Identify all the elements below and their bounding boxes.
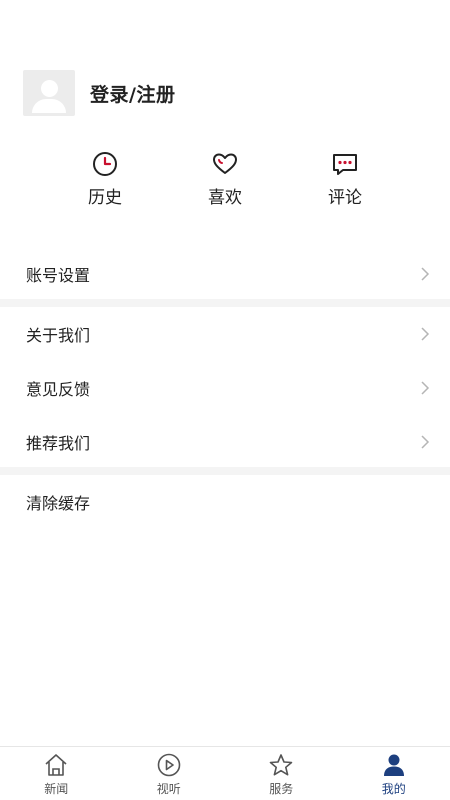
chevron-right-icon — [421, 327, 430, 341]
avatar-head — [41, 80, 58, 97]
clock-icon — [93, 152, 117, 176]
menu-item-label: 推荐我们 — [26, 434, 91, 453]
history-label: 历史 — [88, 188, 122, 208]
favorites-label: 喜欢 — [208, 188, 242, 208]
menu-item-label: 关于我们 — [26, 326, 91, 345]
menu-group-system: 清除缓存 — [0, 475, 450, 529]
divider — [0, 299, 450, 307]
avatar[interactable] — [23, 70, 75, 116]
menu-group-account: 账号设置 — [0, 247, 450, 301]
chevron-right-icon — [421, 267, 430, 281]
tab-label: 视听 — [156, 782, 181, 796]
chevron-right-icon — [421, 435, 430, 449]
menu-item-feedback[interactable]: 意见反馈 — [0, 361, 450, 415]
comments-button[interactable]: 评论 — [300, 150, 390, 208]
divider — [0, 467, 450, 475]
bottom-tab-bar: 新闻 视听 服务 我的 — [0, 746, 450, 800]
home-icon — [45, 754, 67, 776]
login-register-link[interactable]: 登录/注册 — [90, 80, 175, 107]
favorites-button[interactable]: 喜欢 — [180, 150, 270, 208]
tab-label: 服务 — [269, 782, 294, 796]
menu-item-clear-cache[interactable]: 清除缓存 — [0, 475, 450, 529]
chevron-right-icon — [421, 381, 430, 395]
user-icon — [383, 754, 404, 776]
menu-item-label: 账号设置 — [26, 266, 91, 285]
tab-mine[interactable]: 我的 — [338, 747, 450, 800]
heart-icon — [213, 153, 237, 174]
play-icon — [157, 753, 181, 777]
menu-group-info: 关于我们 意见反馈 推荐我们 — [0, 307, 450, 469]
history-button[interactable]: 历史 — [60, 150, 150, 208]
tab-services[interactable]: 服务 — [225, 747, 338, 800]
menu-item-account-settings[interactable]: 账号设置 — [0, 247, 450, 301]
tab-label: 我的 — [381, 782, 406, 796]
profile-header[interactable]: 登录/注册 — [0, 66, 450, 122]
tab-news[interactable]: 新闻 — [0, 747, 113, 800]
tab-label: 新闻 — [44, 782, 69, 796]
menu-item-recommend-us[interactable]: 推荐我们 — [0, 415, 450, 469]
menu-item-about-us[interactable]: 关于我们 — [0, 307, 450, 361]
star-icon — [269, 754, 293, 776]
comments-label: 评论 — [328, 188, 362, 208]
avatar-body — [32, 99, 66, 113]
tab-video[interactable]: 视听 — [113, 747, 226, 800]
menu-item-label: 清除缓存 — [26, 494, 91, 513]
menu-item-label: 意见反馈 — [26, 380, 91, 399]
comment-icon — [333, 154, 357, 175]
